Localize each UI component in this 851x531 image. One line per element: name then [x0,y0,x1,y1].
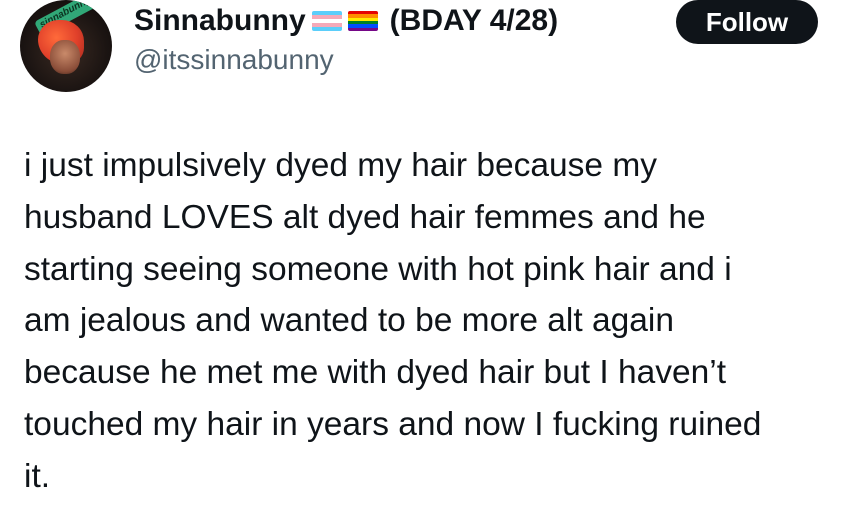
avatar-face [50,40,80,74]
transgender-flag-icon [311,11,342,31]
tweet-line: it. [24,457,51,495]
avatar[interactable]: sinnabunny [20,0,112,92]
tweet-text: i just impulsively dyed my hair because … [24,140,839,503]
rainbow-pride-flag-icon [347,11,378,31]
author-name-row[interactable]: Sinnabunny (BDAY 4/28) [134,0,558,42]
tweet-line: touched my hair in years and now I fucki… [24,405,762,443]
tweet-line: husband LOVES alt dyed hair femmes and h… [24,198,706,236]
display-name[interactable]: Sinnabunny [134,4,306,38]
tweet-line: am jealous and wanted to be more alt aga… [24,302,674,340]
user-handle[interactable]: @itssinnabunny [134,44,334,76]
tweet-line: starting seeing someone with hot pink ha… [24,250,732,288]
tweet-line: i just impulsively dyed my hair because … [24,147,658,184]
follow-button[interactable]: Follow [676,0,818,44]
tweet-line: because he met me with dyed hair but I h… [24,354,727,392]
display-name-suffix: (BDAY 4/28) [389,4,559,37]
